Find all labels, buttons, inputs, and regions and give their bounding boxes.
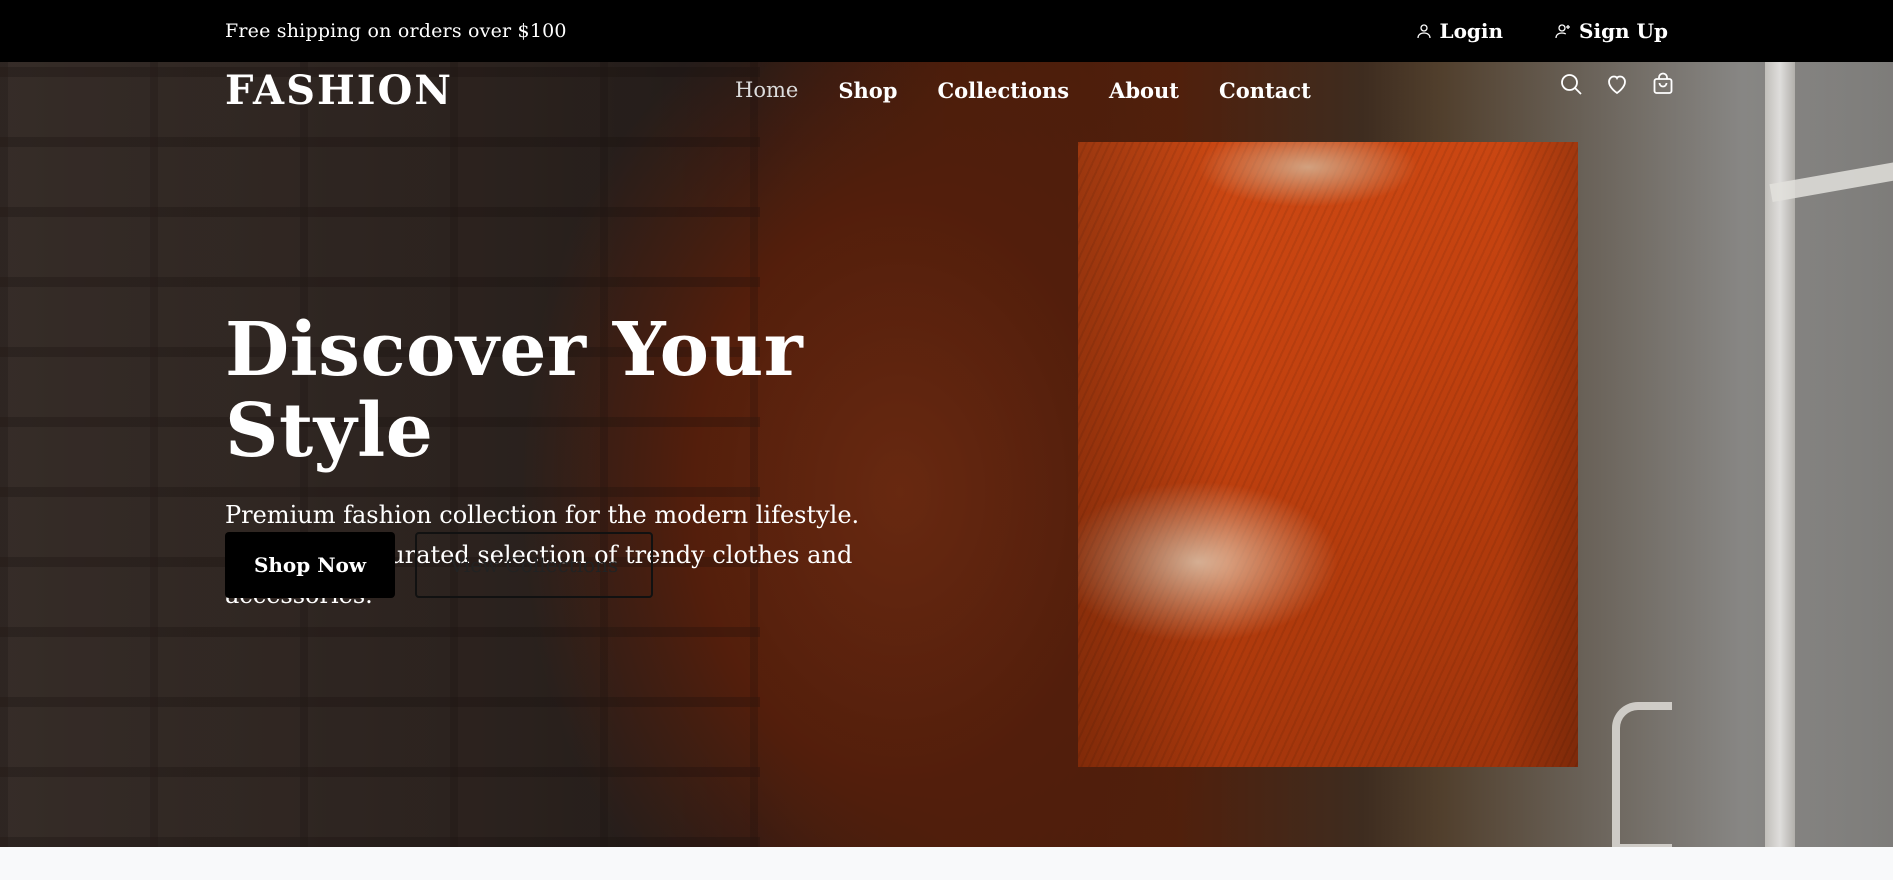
user-icon bbox=[1416, 24, 1431, 39]
shop-now-button[interactable]: Shop Now bbox=[225, 532, 395, 598]
nav-item-shop[interactable]: Shop bbox=[838, 78, 897, 103]
nav-item-collections[interactable]: Collections bbox=[937, 78, 1069, 103]
cart-icon[interactable] bbox=[1651, 72, 1675, 96]
hero-title: Discover Your Style bbox=[225, 307, 804, 475]
next-section bbox=[0, 847, 1893, 880]
main-nav: FASHION Home Shop Collections About Cont… bbox=[0, 62, 1893, 118]
nav-menu: Home Shop Collections About Contact bbox=[735, 78, 1311, 103]
signup-link[interactable]: Sign Up bbox=[1555, 19, 1668, 43]
hero-door-handle bbox=[1612, 702, 1672, 847]
login-link[interactable]: Login bbox=[1416, 19, 1504, 43]
hero-actions: Shop Now View Collections bbox=[225, 532, 653, 598]
announcement-bar: Free shipping on orders over $100 Login … bbox=[0, 0, 1893, 62]
nav-item-home[interactable]: Home bbox=[735, 78, 798, 103]
heart-icon[interactable] bbox=[1605, 72, 1629, 96]
promo-text: Free shipping on orders over $100 bbox=[225, 20, 567, 42]
view-collections-button[interactable]: View Collections bbox=[415, 532, 653, 598]
nav-item-contact[interactable]: Contact bbox=[1219, 78, 1311, 103]
brand-logo[interactable]: FASHION bbox=[225, 67, 735, 114]
login-label: Login bbox=[1439, 19, 1504, 43]
nav-item-about[interactable]: About bbox=[1109, 78, 1179, 103]
auth-links: Login Sign Up bbox=[1416, 19, 1668, 43]
signup-label: Sign Up bbox=[1579, 19, 1668, 43]
user-plus-icon bbox=[1555, 24, 1571, 39]
search-icon[interactable] bbox=[1559, 72, 1583, 96]
nav-icons bbox=[1559, 72, 1675, 96]
hero-feature-image bbox=[1078, 142, 1578, 767]
